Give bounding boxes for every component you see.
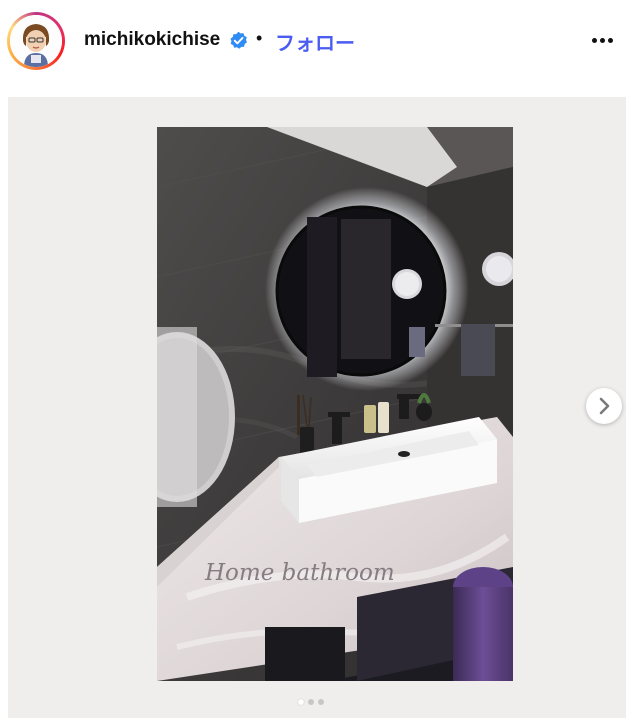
more-options-icon[interactable] [589,30,617,50]
carousel-dot-active [298,699,304,705]
post-header: michikokichise • フォロー [0,0,634,82]
story-ring[interactable] [7,12,65,70]
separator-dot: • [256,28,263,48]
verified-badge-icon [230,31,247,49]
post-media: Home bathroom [8,97,626,718]
next-photo-button[interactable] [586,388,622,424]
post-image[interactable]: Home bathroom [157,127,513,681]
image-caption-text: Home bathroom [204,560,395,586]
carousel-pager [298,699,338,707]
carousel-dot [308,699,314,705]
avatar[interactable] [10,15,62,67]
follow-button[interactable]: フォロー [275,27,355,56]
username[interactable]: michikokichise [84,29,220,51]
chevron-right-icon [599,397,610,415]
carousel-dot [318,699,324,705]
